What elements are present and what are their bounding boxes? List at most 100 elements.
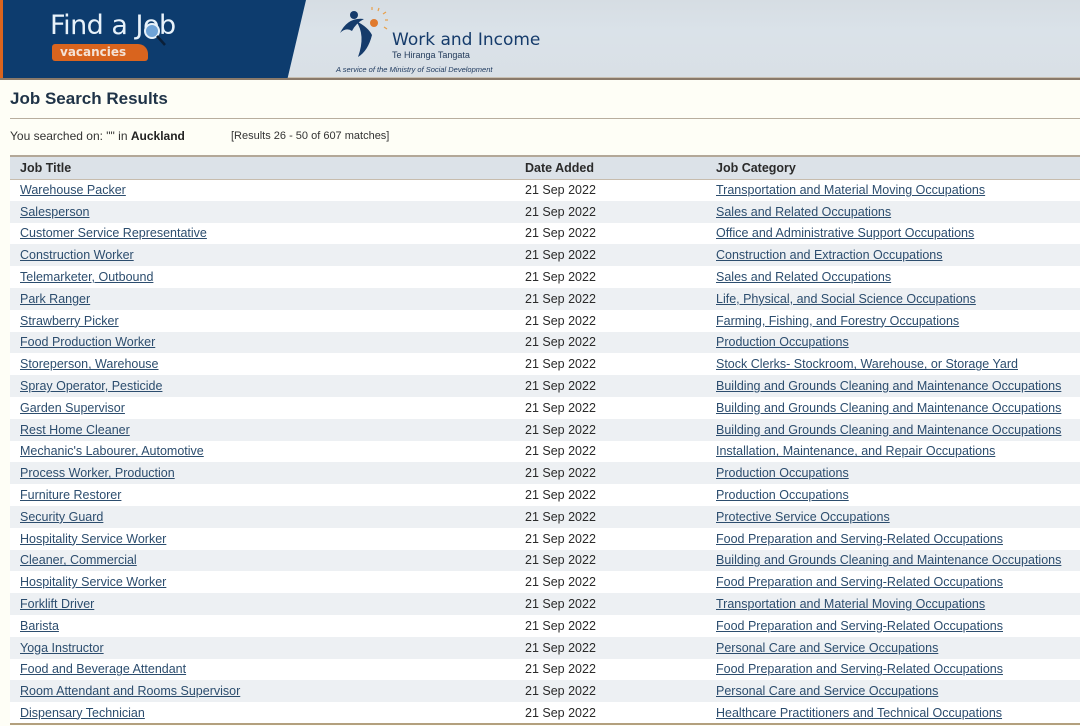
date-added-cell: 21 Sep 2022: [525, 270, 596, 285]
job-title-cell: Dispensary Technician: [10, 702, 515, 724]
job-title-link[interactable]: Hospitality Service Worker: [20, 532, 166, 546]
date-added-cell: 21 Sep 2022: [525, 466, 596, 481]
job-title-link[interactable]: Strawberry Picker: [20, 314, 119, 328]
job-title-link[interactable]: Customer Service Representative: [20, 226, 207, 240]
date-added-cell: 21 Sep 2022: [525, 684, 596, 699]
job-category-cell: Personal Care and Service Occupations: [706, 680, 1080, 702]
date-added-cell: 21 Sep 2022: [525, 662, 596, 677]
table-row: Park Ranger 21 Sep 2022 Life, Physical, an…: [10, 287, 1080, 310]
job-category-cell: Food Preparation and Serving-Related Occ…: [706, 615, 1080, 637]
job-category-link[interactable]: Building and Grounds Cleaning and Mainte…: [716, 553, 1061, 567]
date-added-cell: 21 Sep 2022: [525, 553, 596, 568]
job-title-cell: Rest Home Cleaner: [10, 419, 515, 441]
job-category-link[interactable]: Life, Physical, and Social Science Occup…: [716, 292, 976, 306]
job-category-link[interactable]: Food Preparation and Serving-Related Occ…: [716, 662, 1003, 676]
job-category-cell: Production Occupations: [706, 332, 1080, 354]
job-category-link[interactable]: Stock Clerks- Stockroom, Warehouse, or S…: [716, 357, 1018, 371]
table-row: Customer Service Representative 21 Sep 20…: [10, 222, 1080, 245]
job-title-link[interactable]: Yoga Instructor: [20, 641, 104, 655]
job-category-link[interactable]: Production Occupations: [716, 466, 849, 480]
job-category-link[interactable]: Building and Grounds Cleaning and Mainte…: [716, 423, 1061, 437]
header-job-category: Job Category: [716, 160, 796, 175]
job-title-link[interactable]: Food Production Worker: [20, 335, 155, 349]
job-title-link[interactable]: Process Worker, Production: [20, 466, 175, 480]
job-category-link[interactable]: Production Occupations: [716, 488, 849, 502]
job-title-link[interactable]: Dispensary Technician: [20, 706, 145, 720]
search-prefix: You searched on: "" in: [10, 129, 128, 143]
job-category-link[interactable]: Building and Grounds Cleaning and Mainte…: [716, 379, 1061, 393]
job-category-cell: Office and Administrative Support Occupa…: [706, 223, 1080, 245]
date-added-cell: 21 Sep 2022: [525, 183, 596, 198]
job-title-cell: Furniture Restorer: [10, 484, 515, 506]
job-title-cell: Yoga Instructor: [10, 637, 515, 659]
job-category-link[interactable]: Personal Care and Service Occupations: [716, 684, 938, 698]
job-category-link[interactable]: Healthcare Practitioners and Technical O…: [716, 706, 1002, 720]
table-row: Cleaner, Commercial 21 Sep 2022 Building a…: [10, 549, 1080, 572]
job-category-link[interactable]: Food Preparation and Serving-Related Occ…: [716, 532, 1003, 546]
job-category-link[interactable]: Construction and Extraction Occupations: [716, 248, 943, 262]
job-title-cell: Process Worker, Production: [10, 462, 515, 484]
job-title-cell: Strawberry Picker: [10, 310, 515, 332]
job-category-cell: Production Occupations: [706, 484, 1080, 506]
job-title-cell: Customer Service Representative: [10, 223, 515, 245]
job-category-link[interactable]: Building and Grounds Cleaning and Mainte…: [716, 401, 1061, 415]
job-category-cell: Healthcare Practitioners and Technical O…: [706, 702, 1080, 724]
date-added-cell: 21 Sep 2022: [525, 248, 596, 263]
table-row: Food Production Worker 21 Sep 2022 Product…: [10, 331, 1080, 354]
job-category-link[interactable]: Food Preparation and Serving-Related Occ…: [716, 575, 1003, 589]
job-title-cell: Food Production Worker: [10, 332, 515, 354]
job-category-link[interactable]: Production Occupations: [716, 335, 849, 349]
date-added-cell: 21 Sep 2022: [525, 226, 596, 241]
job-category-link[interactable]: Food Preparation and Serving-Related Occ…: [716, 619, 1003, 633]
job-title-cell: Garden Supervisor: [10, 397, 515, 419]
job-category-cell: Building and Grounds Cleaning and Mainte…: [706, 397, 1080, 419]
table-row: Construction Worker 21 Sep 2022 Constructi…: [10, 244, 1080, 267]
table-row: Garden Supervisor 21 Sep 2022 Building and…: [10, 396, 1080, 419]
table-row: Forklift Driver 21 Sep 2022 Transportation…: [10, 593, 1080, 615]
find-a-job-logo[interactable]: Find a Job vacancies: [0, 0, 306, 78]
job-title-link[interactable]: Park Ranger: [20, 292, 90, 306]
date-added-cell: 21 Sep 2022: [525, 444, 596, 459]
job-category-cell: Construction and Extraction Occupations: [706, 244, 1080, 266]
job-category-link[interactable]: Sales and Related Occupations: [716, 270, 891, 284]
job-category-link[interactable]: Office and Administrative Support Occupa…: [716, 226, 974, 240]
job-title-link[interactable]: Telemarketer, Outbound: [20, 270, 153, 284]
table-row: Food and Beverage Attendant 21 Sep 2022 Fo…: [10, 658, 1080, 681]
job-title-link[interactable]: Spray Operator, Pesticide: [20, 379, 162, 393]
divider: [10, 118, 1080, 119]
job-title-cell: Forklift Driver: [10, 593, 515, 615]
job-title-link[interactable]: Security Guard: [20, 510, 103, 524]
job-category-cell: Production Occupations: [706, 462, 1080, 484]
job-title-link[interactable]: Cleaner, Commercial: [20, 553, 137, 567]
job-category-link[interactable]: Transportation and Material Moving Occup…: [716, 597, 985, 611]
job-category-link[interactable]: Protective Service Occupations: [716, 510, 890, 524]
job-title-link[interactable]: Barista: [20, 619, 59, 633]
job-title-link[interactable]: Storeperson, Warehouse: [20, 357, 159, 371]
job-category-cell: Food Preparation and Serving-Related Occ…: [706, 528, 1080, 550]
job-category-link[interactable]: Sales and Related Occupations: [716, 205, 891, 219]
job-category-link[interactable]: Personal Care and Service Occupations: [716, 641, 938, 655]
job-title-link[interactable]: Garden Supervisor: [20, 401, 125, 415]
job-title-link[interactable]: Furniture Restorer: [20, 488, 121, 502]
job-category-link[interactable]: Installation, Maintenance, and Repair Oc…: [716, 444, 995, 458]
table-row: Hospitality Service Worker 21 Sep 2022 Foo…: [10, 527, 1080, 550]
job-title-link[interactable]: Room Attendant and Rooms Supervisor: [20, 684, 240, 698]
job-category-link[interactable]: Transportation and Material Moving Occup…: [716, 183, 985, 197]
job-title-cell: Salesperson: [10, 201, 515, 223]
job-title-link[interactable]: Food and Beverage Attendant: [20, 662, 186, 676]
job-category-link[interactable]: Farming, Fishing, and Forestry Occupatio…: [716, 314, 959, 328]
job-title-link[interactable]: Construction Worker: [20, 248, 134, 262]
table-row: Spray Operator, Pesticide 21 Sep 2022 Buil…: [10, 375, 1080, 397]
date-added-cell: 21 Sep 2022: [525, 488, 596, 503]
job-title-link[interactable]: Mechanic's Labourer, Automotive: [20, 444, 204, 458]
date-added-cell: 21 Sep 2022: [525, 575, 596, 590]
job-title-link[interactable]: Hospitality Service Worker: [20, 575, 166, 589]
job-title-link[interactable]: Warehouse Packer: [20, 183, 126, 197]
job-title-cell: Storeperson, Warehouse: [10, 353, 515, 375]
job-title-link[interactable]: Rest Home Cleaner: [20, 423, 130, 437]
job-title-link[interactable]: Salesperson: [20, 205, 90, 219]
org-maori-name: Te Hiranga Tangata: [392, 50, 470, 60]
date-added-cell: 21 Sep 2022: [525, 357, 596, 372]
table-row: Process Worker, Production 21 Sep 2022 Pro…: [10, 462, 1080, 485]
job-title-link[interactable]: Forklift Driver: [20, 597, 94, 611]
